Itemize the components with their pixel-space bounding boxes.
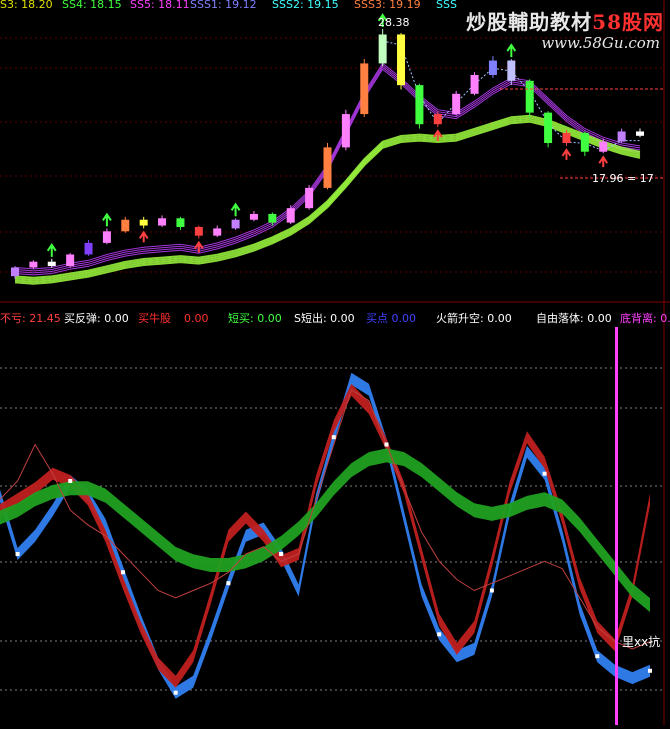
watermark-main: 炒股輔助教材 <box>466 10 593 34</box>
indicator-band-red <box>0 383 650 688</box>
current-price-tail: 17 <box>639 172 654 185</box>
buy-signal-icon <box>46 243 57 257</box>
watermark-title: 炒股輔助教材58股网 <box>466 6 664 35</box>
candle-body <box>544 112 553 144</box>
buy-signal-icon <box>230 202 241 217</box>
candle-body <box>470 75 479 94</box>
candle-body <box>323 147 332 188</box>
indicator-point <box>437 632 442 637</box>
legend-item: SSS3: 19.19 <box>354 0 421 11</box>
watermark-red: 58股网 <box>592 10 664 34</box>
candle-body <box>599 141 608 152</box>
candle-body <box>121 219 130 232</box>
indicator-point <box>489 588 494 593</box>
sell-signal-icon <box>598 155 609 168</box>
candle-body <box>341 114 350 148</box>
candle-body <box>194 226 203 236</box>
legend-item: SS5: 18.11 <box>130 0 190 11</box>
candle-body <box>29 261 38 268</box>
indicator-point <box>648 668 652 673</box>
stock-chart[interactable]: 炒股輔助教材58股网 www.58Gu.com S3: 18.20 SS4: 18… <box>0 0 670 725</box>
candle-body <box>286 208 295 223</box>
candle-body <box>66 254 75 267</box>
legend-item: SSS <box>436 0 457 11</box>
indicator-point <box>384 442 389 447</box>
candle-body <box>562 132 571 144</box>
candle-body <box>231 219 240 229</box>
legend-item: 自由落体: 0.00 <box>536 312 612 325</box>
chart-canvas[interactable] <box>0 0 670 725</box>
candle-body <box>305 187 314 209</box>
indicator-point <box>120 570 125 575</box>
candle-body <box>176 218 185 227</box>
indicator-point <box>68 479 73 483</box>
buy-signal-icon <box>506 43 517 58</box>
legend-item: 底背离: 0.00 <box>620 312 670 325</box>
legend-item: 短买: 0.00 <box>228 312 282 325</box>
current-price: 17.96 <box>592 172 624 185</box>
candle-body <box>213 228 222 236</box>
vertical-marker <box>615 327 618 725</box>
candle-body <box>488 60 497 75</box>
candle-body <box>47 261 56 267</box>
legend-item: 不亏: 21.45 <box>0 312 61 325</box>
peak-price-label: 28.38 <box>378 16 410 29</box>
candle-body <box>525 80 534 113</box>
candle-body <box>360 63 369 115</box>
indicator-point <box>542 471 547 476</box>
legend-item: 买牛股 <box>138 312 171 325</box>
legend-item: 0.00 <box>184 312 209 325</box>
candle-body <box>378 34 387 64</box>
legend-item: S3: 18.20 <box>0 0 53 11</box>
candle-body <box>102 231 111 243</box>
current-price-sep: = <box>623 172 640 185</box>
candle-body <box>580 132 589 152</box>
indicator-point <box>279 552 284 556</box>
candle-body <box>158 218 167 226</box>
indicator-point <box>173 690 178 695</box>
candle-body <box>249 213 258 220</box>
legend-item: 买反弹: 0.00 <box>64 312 129 325</box>
candle-body <box>617 131 626 142</box>
sell-signal-icon <box>561 148 572 160</box>
candle-body <box>268 213 277 223</box>
legend-item: 买点 0.00 <box>366 312 416 325</box>
indicator-band-blue <box>0 372 650 699</box>
indicator-point <box>226 581 231 586</box>
candle-body <box>507 60 516 81</box>
indicator-point <box>15 552 20 556</box>
candle-body <box>636 131 644 136</box>
sell-signal-icon <box>138 230 149 243</box>
legend-item: SS4: 18.15 <box>62 0 122 11</box>
candle-body <box>452 93 461 115</box>
legend-item: SSS1: 19.12 <box>190 0 257 11</box>
candle-body <box>397 34 406 86</box>
candle-body <box>415 85 424 125</box>
watermark-url: www.58Gu.com <box>541 34 660 52</box>
legend-item: 火箭升空: 0.00 <box>436 312 512 325</box>
candle-body <box>84 242 93 255</box>
current-price-label: 17.96 = 17 <box>592 172 654 185</box>
candle-body <box>11 267 19 277</box>
indicator-point <box>331 435 336 440</box>
indicator-point <box>595 654 600 659</box>
bottom-marker-label: 里xx抗 <box>622 635 661 649</box>
legend-item: S短出: 0.00 <box>294 312 355 325</box>
legend-item: SSS2: 19.15 <box>272 0 339 11</box>
candle-body <box>139 219 148 226</box>
candle-body <box>433 114 442 125</box>
buy-signal-icon <box>102 212 112 227</box>
